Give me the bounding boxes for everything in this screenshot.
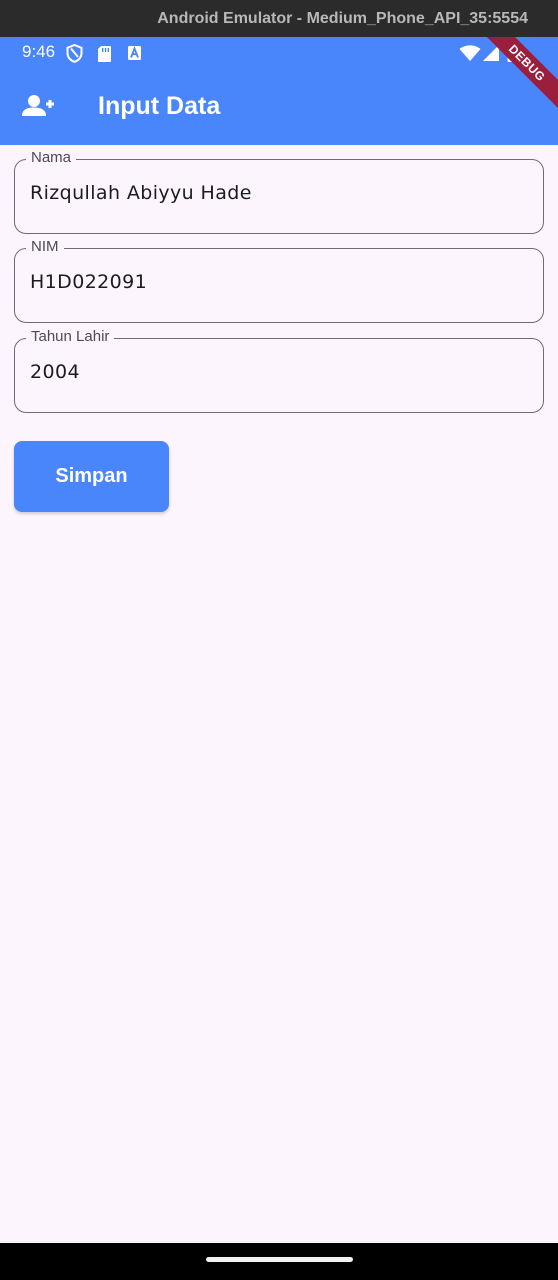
page-title: Input Data: [98, 92, 221, 120]
nama-input[interactable]: [30, 182, 525, 204]
device-screen: 9:46 Input Data DEBUG Nama Rizqullah Abi…: [0, 37, 558, 1243]
navigation-bar: [0, 1243, 558, 1280]
app-bar: 9:46 Input Data DEBUG: [0, 37, 558, 145]
window-title: Android Emulator - Medium_Phone_API_35:5…: [157, 9, 528, 27]
tahun-lahir-field[interactable]: Tahun Lahir: [14, 328, 544, 413]
wifi-icon: [459, 45, 481, 67]
status-time: 9:46: [22, 42, 56, 61]
person-add-icon[interactable]: [22, 94, 54, 123]
status-bar: 9:46: [0, 37, 558, 70]
toolbar: Input Data: [0, 70, 558, 145]
nama-field[interactable]: Nama: [14, 149, 544, 234]
font-a-icon: [127, 45, 142, 66]
home-gesture-handle[interactable]: [206, 1257, 353, 1262]
nim-field[interactable]: NIM: [14, 238, 544, 323]
save-button[interactable]: Simpan: [14, 441, 169, 512]
nim-field-label: NIM: [26, 238, 64, 256]
tahun-lahir-input[interactable]: [30, 361, 525, 383]
window-titlebar: Android Emulator - Medium_Phone_API_35:5…: [0, 0, 558, 37]
sd-card-icon: [97, 45, 112, 68]
tahun-lahir-field-label: Tahun Lahir: [26, 328, 115, 346]
nim-input[interactable]: [30, 271, 525, 293]
emulator-window: Android Emulator - Medium_Phone_API_35:5…: [0, 0, 558, 1280]
nama-field-label: Nama: [26, 149, 77, 167]
shield-icon: [66, 43, 83, 68]
